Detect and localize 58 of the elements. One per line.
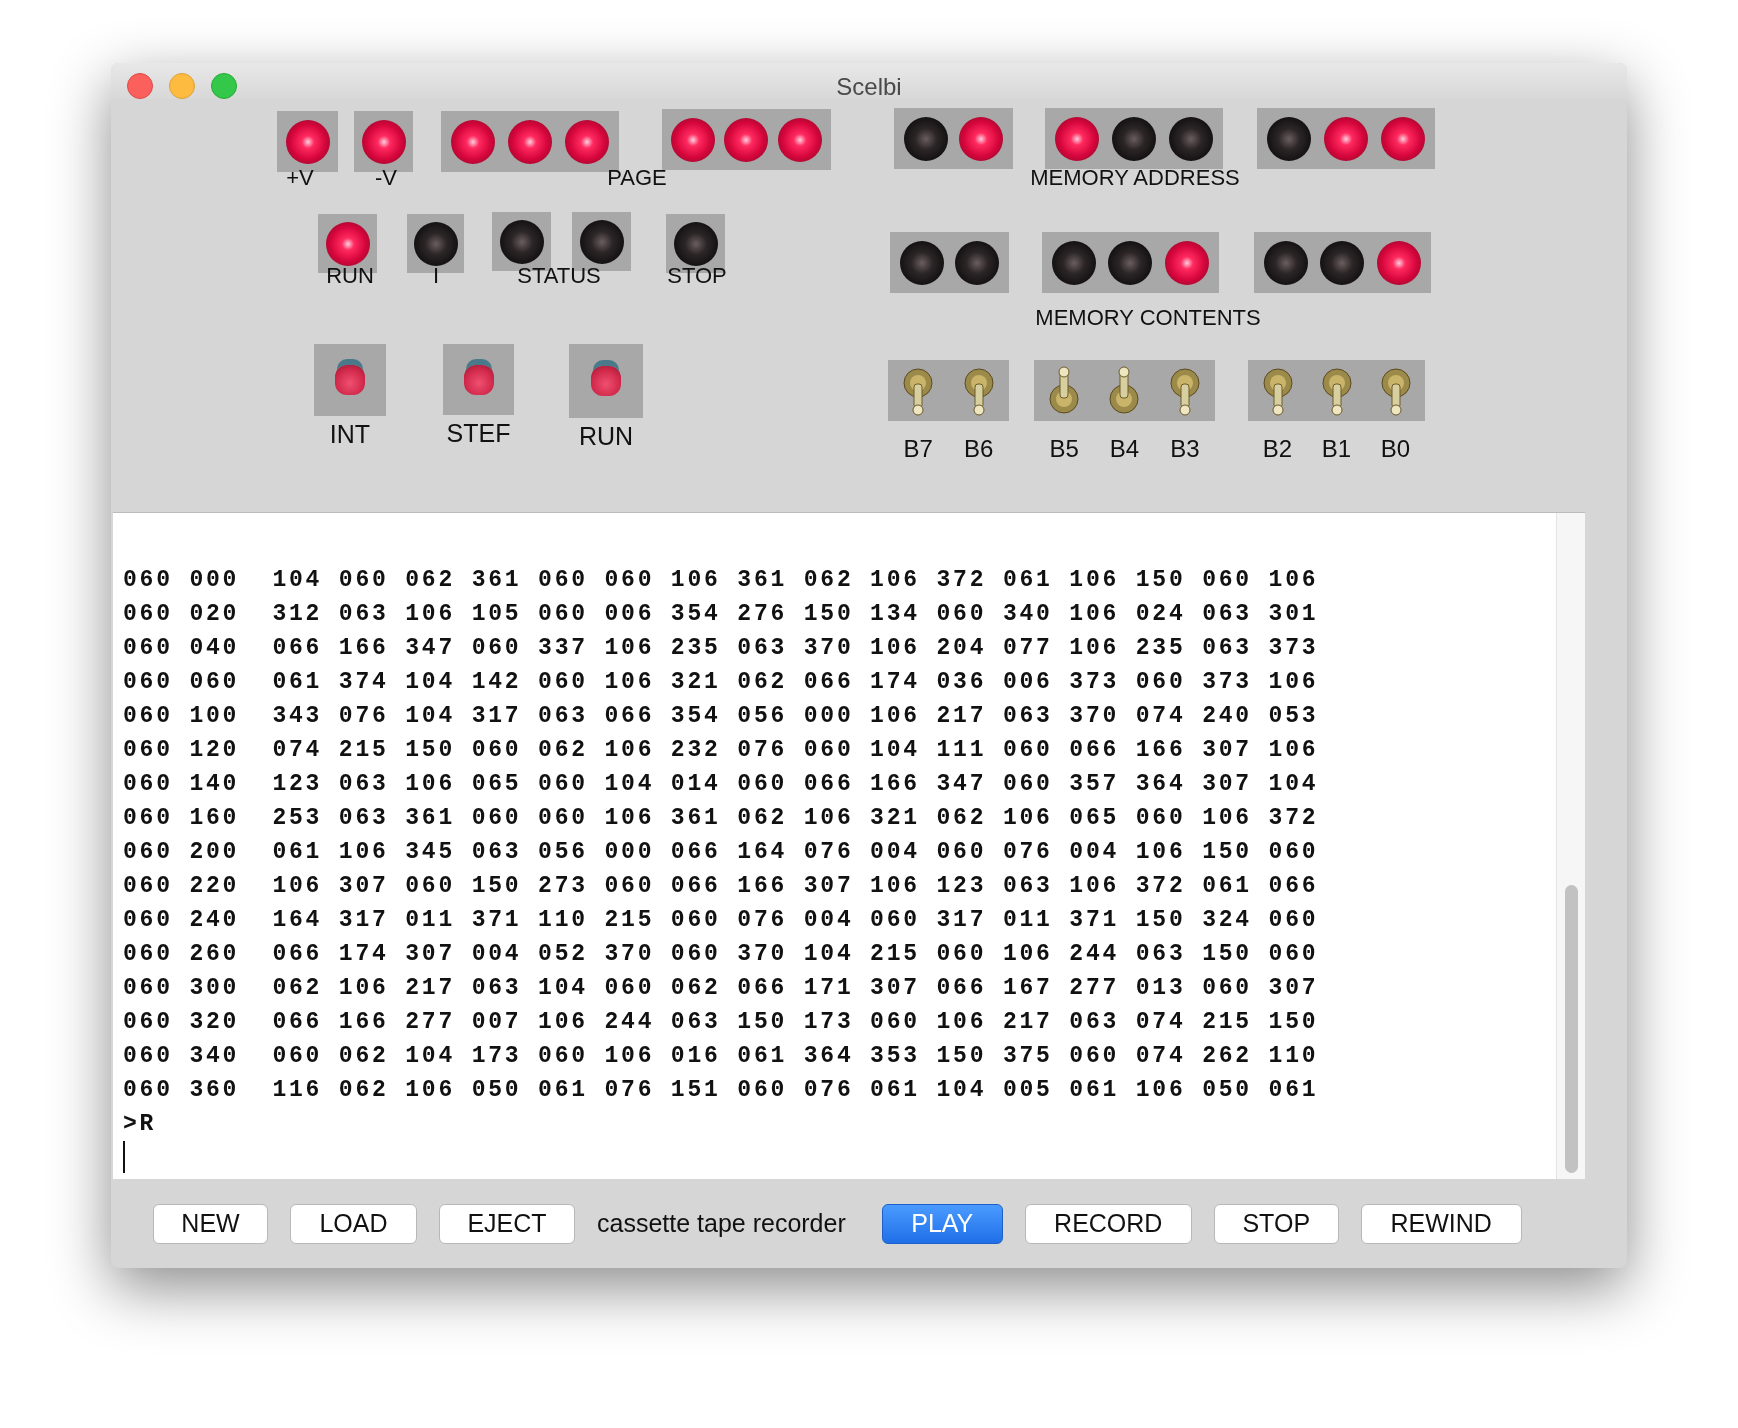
toolbar-button[interactable]: LOAD <box>290 1203 417 1244</box>
toggle-switch[interactable] <box>961 365 996 416</box>
terminal-line: 060 200 061 106 345 063 056 000 066 164 076 004 060 076 004 106 150 060 <box>123 838 1319 867</box>
terminal-line: 060 160 253 063 361 060 060 106 361 062 106 321 062 106 065 060 106 372 <box>123 804 1319 833</box>
panel-label: STOP <box>667 263 727 289</box>
terminal-line: 060 260 066 174 307 004 052 370 060 370 104 215 060 106 244 063 150 060 <box>123 940 1319 969</box>
toggle-switch[interactable] <box>1319 365 1354 416</box>
panel-label: RUN <box>326 263 374 289</box>
panel-label: MEMORY ADDRESS <box>1030 165 1240 191</box>
switch-label: B3 <box>1170 435 1200 463</box>
panel-label: STATUS <box>517 263 601 289</box>
terminal-line: 060 060 061 374 104 142 060 106 321 062 066 174 036 006 373 060 373 106 <box>123 668 1319 697</box>
panel-label: I <box>432 263 440 289</box>
toggle-switch[interactable] <box>1047 365 1082 416</box>
toolbar-caption: cassette tape recorder <box>597 1209 846 1238</box>
terminal-line: 060 020 312 063 106 105 060 006 354 276 150 134 060 340 106 024 063 301 <box>123 600 1319 629</box>
toolbar-button[interactable]: RECORD <box>1024 1203 1192 1244</box>
switch-label: B0 <box>1380 435 1411 463</box>
terminal-line: 060 040 066 166 347 060 337 106 235 063 370 106 204 077 106 235 063 373 <box>123 634 1319 663</box>
toolbar-button[interactable]: PLAY <box>881 1203 1003 1244</box>
switch-label: B4 <box>1109 435 1140 463</box>
terminal-output[interactable] <box>113 512 1585 1179</box>
window-title: Scelbi <box>836 73 902 101</box>
switch-label: B2 <box>1262 435 1293 463</box>
toolbar-button[interactable]: EJECT <box>439 1203 575 1244</box>
toggle-switch[interactable] <box>1107 365 1142 416</box>
panel-label: PAGE <box>607 165 667 191</box>
terminal-line: 060 000 104 060 062 361 060 060 106 361 062 106 372 061 106 150 060 106 <box>123 566 1319 595</box>
terminal-line: 060 140 123 063 106 065 060 104 014 060 066 166 347 060 357 364 307 104 <box>123 770 1319 799</box>
toggle-switch[interactable] <box>901 365 936 416</box>
terminal-line: 060 360 116 062 106 050 061 076 151 060 076 061 104 005 061 106 050 061 <box>123 1076 1319 1105</box>
push-button-label: INT <box>329 420 371 449</box>
panel-label: -V <box>375 165 397 191</box>
scrollbar-thumb[interactable] <box>1565 885 1578 1173</box>
terminal-line: >R <box>123 1110 157 1139</box>
terminal-line: 060 320 066 166 277 007 106 244 063 150 173 060 106 217 063 074 215 150 <box>123 1008 1319 1037</box>
close-button[interactable] <box>127 73 153 99</box>
terminal-line: 060 120 074 215 150 060 062 106 232 076 060 104 111 060 066 166 307 106 <box>123 736 1319 765</box>
toolbar-button[interactable]: NEW <box>153 1203 268 1244</box>
panel-label: MEMORY CONTENTS <box>1035 305 1261 331</box>
toggle-switch[interactable] <box>1260 365 1295 416</box>
toolbar-button[interactable]: STOP <box>1213 1203 1339 1244</box>
switch-label: B6 <box>964 435 994 463</box>
toggle-switch[interactable] <box>1167 365 1202 416</box>
text-cursor <box>123 1141 125 1173</box>
panel-label: +V <box>286 165 314 191</box>
terminal-line: 060 100 343 076 104 317 063 066 354 056 000 106 217 063 370 074 240 053 <box>123 702 1319 731</box>
terminal-line: 060 340 060 062 104 173 060 106 016 061 364 353 150 375 060 074 262 110 <box>123 1042 1319 1071</box>
terminal-line: 060 220 106 307 060 150 273 060 066 166 307 106 123 063 106 372 061 066 <box>123 872 1319 901</box>
push-button-label: STEF <box>446 419 511 448</box>
terminal-line: 060 240 164 317 011 371 110 215 060 076 004 060 317 011 371 150 324 060 <box>123 906 1319 935</box>
toolbar-button[interactable]: REWIND <box>1360 1203 1522 1244</box>
terminal-line: 060 300 062 106 217 063 104 060 062 066 171 307 066 167 277 013 060 307 <box>123 974 1319 1003</box>
switch-label: B1 <box>1321 435 1352 463</box>
switch-label: B5 <box>1049 435 1079 463</box>
switch-label: B7 <box>903 435 933 463</box>
toggle-switch[interactable] <box>1378 365 1413 416</box>
push-button-label: RUN <box>578 422 634 451</box>
